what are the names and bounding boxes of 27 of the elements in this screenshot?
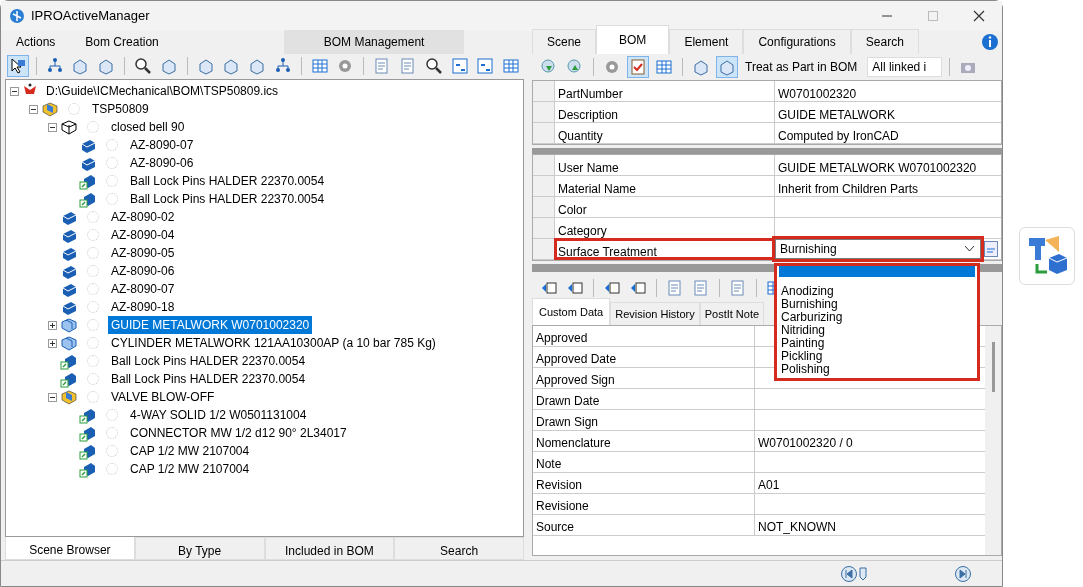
field-name: Source [533, 515, 755, 535]
field-name: Drawn Date [533, 389, 755, 409]
property-name: Surface Treatment [555, 239, 775, 259]
property-value: Computed by IronCAD [777, 128, 900, 143]
property-name: Material Name [555, 176, 775, 196]
field-value: W0701002320 / 0 [757, 435, 854, 451]
toggle-label: Treat as Part in BOM [745, 59, 858, 76]
field-name: Revisione [533, 494, 755, 514]
property-value: GUIDE METALWORK [777, 107, 896, 122]
field-name: Note [533, 452, 755, 472]
field-name: Approved [533, 326, 755, 346]
field-name: Drawn Sign [533, 410, 755, 430]
property-name: User Name [555, 155, 775, 175]
window-title: IPROActiveManager [31, 7, 150, 26]
field-name: Nomenclature [533, 431, 755, 451]
property-value: W0701002320 [777, 86, 858, 101]
field-value: A01 [757, 477, 781, 493]
field-name: Approved Date [533, 347, 755, 367]
property-name: Quantity [555, 123, 775, 143]
property-value: GUIDE METALWORK W0701002320 [777, 160, 978, 175]
property-name: Color [555, 197, 775, 217]
field-name: Revision [533, 473, 755, 493]
property-name: PartNumber [555, 81, 775, 101]
field-value: NOT_KNOWN [757, 519, 837, 535]
field-name: Approved Sign [533, 368, 755, 388]
property-value: Inherit from Children Parts [777, 181, 920, 196]
property-name: Description [555, 102, 775, 122]
